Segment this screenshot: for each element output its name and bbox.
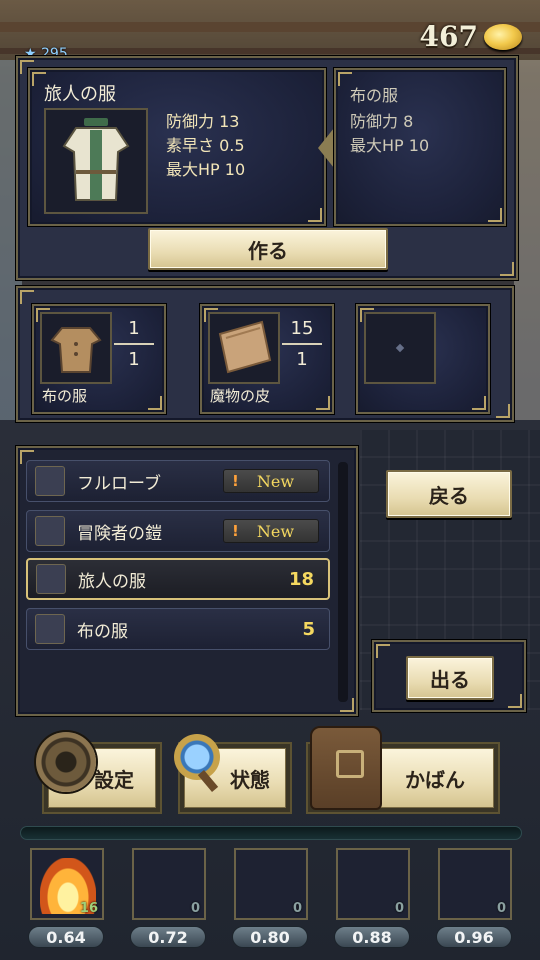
material-slot-empty xyxy=(356,304,490,414)
compare-stats: 防御力 8 最大HP 10 xyxy=(350,110,429,158)
magnifier-icon xyxy=(174,734,220,780)
material-name: 魔物の皮 xyxy=(210,387,271,405)
quick-slot[interactable]: 0 xyxy=(438,848,512,920)
recipe-name: 旅人の服 xyxy=(78,571,146,592)
tunic-icon xyxy=(36,564,66,594)
stat-line: 防御力 13 xyxy=(166,112,240,131)
separator-bar xyxy=(20,826,522,840)
slot-quantity: 0 xyxy=(496,901,506,916)
material-slot[interactable]: 15 1 魔物の皮 xyxy=(200,304,334,414)
exclamation-icon: ! xyxy=(232,472,239,490)
material-have: 15 xyxy=(290,318,314,339)
recipe-name: 冒険者の鎧 xyxy=(77,523,162,544)
new-label: New xyxy=(256,521,295,541)
material-name: 布の服 xyxy=(42,387,88,405)
item-name: 旅人の服 xyxy=(44,84,116,105)
slot-quantity: 0 xyxy=(394,901,404,916)
status-button[interactable]: 状態 xyxy=(174,734,292,814)
quick-slot[interactable]: 0 xyxy=(234,848,308,920)
recipe-row[interactable]: フルローブ ! New xyxy=(26,460,330,502)
stat-line: 素早さ 0.5 xyxy=(166,136,245,155)
material-count: 1 1 xyxy=(114,318,154,370)
list-scrollbar[interactable] xyxy=(338,462,348,702)
slot-value-badge: 0.88 xyxy=(334,926,410,948)
new-badge: ! New xyxy=(223,519,319,543)
material-slot[interactable]: 1 1 布の服 xyxy=(32,304,166,414)
slot-quantity: 16 xyxy=(79,901,98,916)
exit-button[interactable]: 出る xyxy=(406,656,494,700)
monster-hide-icon xyxy=(218,320,272,374)
recipe-count: 18 xyxy=(288,568,314,590)
material-have: 1 xyxy=(128,318,140,339)
gold-counter: 467 xyxy=(420,20,522,53)
armor-icon xyxy=(35,516,65,546)
stat-line: 防御力 8 xyxy=(350,112,414,131)
slot-quantity: 0 xyxy=(190,901,200,916)
material-need: 1 xyxy=(296,349,308,370)
item-stats: 防御力 13 素早さ 0.5 最大HP 10 xyxy=(166,110,245,182)
material-thumb xyxy=(40,312,112,384)
compare-arrow-icon xyxy=(318,128,334,168)
compare-item-name: 布の服 xyxy=(350,86,399,105)
recipe-count: 5 xyxy=(302,618,315,640)
fraction-line xyxy=(114,343,154,345)
recipe-row[interactable]: 布の服 5 xyxy=(26,608,330,650)
tunic-icon xyxy=(62,118,130,201)
slot-value-badge: 0.96 xyxy=(436,926,512,948)
new-label: New xyxy=(256,471,295,491)
exclamation-icon: ! xyxy=(232,522,239,540)
material-thumb xyxy=(208,312,280,384)
material-count: 15 1 xyxy=(282,318,322,370)
quick-slot[interactable]: 0 xyxy=(132,848,206,920)
gold-coin-icon xyxy=(484,23,522,50)
slot-quantity: 0 xyxy=(292,901,302,916)
make-button[interactable]: 作る xyxy=(148,228,388,270)
new-badge: ! New xyxy=(223,469,319,493)
settings-button[interactable]: 設定 xyxy=(36,732,162,814)
slot-value-badge: 0.72 xyxy=(130,926,206,948)
recipe-row[interactable]: 冒険者の鎧 ! New xyxy=(26,510,330,552)
sparkle-icon xyxy=(395,343,405,353)
materials-panel: 1 1 布の服 15 1 魔物の皮 xyxy=(16,286,514,422)
slot-value-badge: 0.80 xyxy=(232,926,308,948)
quick-slot[interactable]: 0 xyxy=(336,848,410,920)
gear-icon xyxy=(36,732,96,792)
stat-line: 最大HP 10 xyxy=(166,160,246,179)
slot-value-badge: 0.64 xyxy=(28,926,104,948)
fraction-line xyxy=(282,343,322,345)
stat-line: 最大HP 10 xyxy=(350,136,430,155)
recipe-list-panel: フルローブ ! New 冒険者の鎧 ! New 旅人の服 18 布の服 5 xyxy=(16,446,358,716)
material-thumb xyxy=(364,312,436,384)
cloth-icon xyxy=(35,614,65,644)
craft-detail-panel: 旅人の服 防御力 13 素早さ 0.5 最大HP 10 布の服 防御力 8 最大… xyxy=(16,56,518,280)
robe-icon xyxy=(35,466,65,496)
quick-slot[interactable]: 16 xyxy=(30,848,104,920)
item-card: 旅人の服 防御力 13 素早さ 0.5 最大HP 10 xyxy=(28,68,326,226)
recipe-row-selected[interactable]: 旅人の服 18 xyxy=(26,558,330,600)
gold-amount: 467 xyxy=(419,20,478,53)
recipe-name: フルローブ xyxy=(77,473,161,494)
back-button[interactable]: 戻る xyxy=(386,470,512,518)
bag-icon xyxy=(310,726,382,810)
recipe-name: 布の服 xyxy=(77,621,128,642)
material-need: 1 xyxy=(128,349,140,370)
cloth-shirt-icon xyxy=(50,327,102,373)
item-portrait xyxy=(44,108,148,214)
bag-button[interactable]: かばん xyxy=(306,726,500,814)
compare-card: 布の服 防御力 8 最大HP 10 xyxy=(334,68,506,226)
